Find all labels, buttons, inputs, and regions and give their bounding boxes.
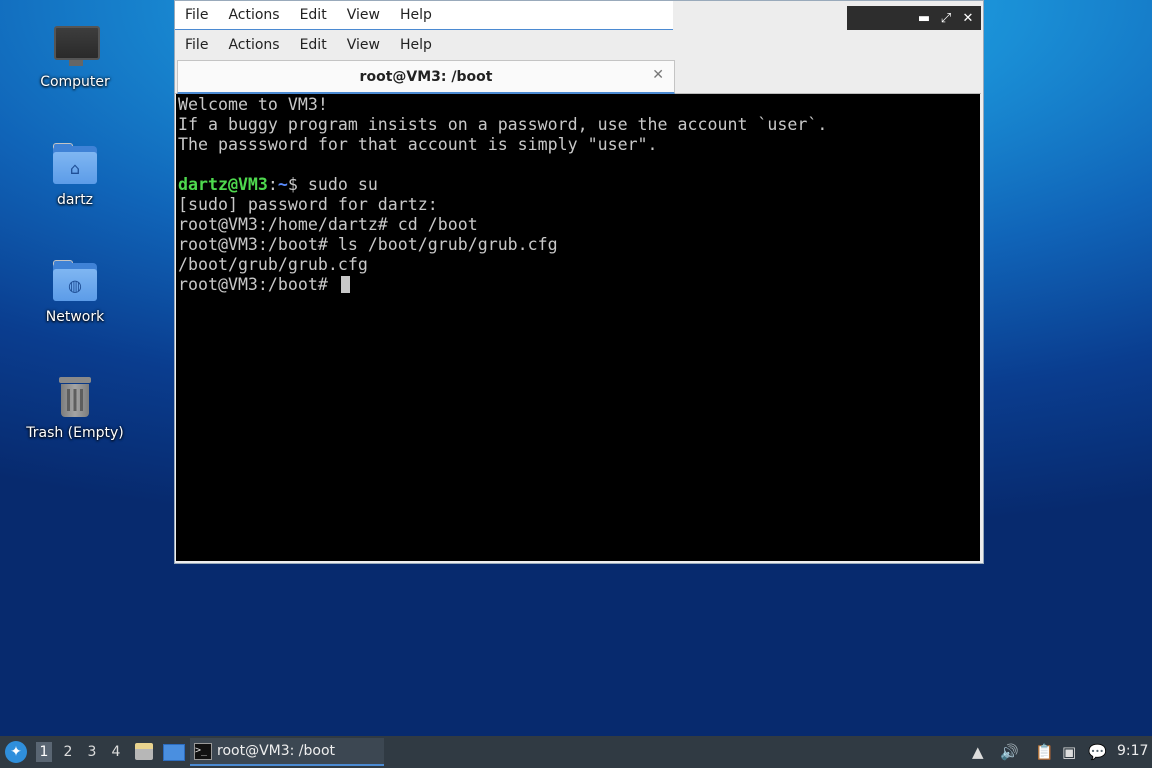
taskbar-task-terminal[interactable]: >_ root@VM3: /boot xyxy=(190,738,384,766)
workspace-4[interactable]: 4 xyxy=(108,742,124,762)
desktop-icon-label: Trash (Empty) xyxy=(26,425,124,441)
prompt-command: $ sudo su xyxy=(287,175,378,194)
menu-help[interactable]: Help xyxy=(390,37,442,53)
updates-icon[interactable]: ▲ xyxy=(972,743,984,761)
menu-view[interactable]: View xyxy=(337,7,390,23)
terminal-line: If a buggy program insists on a password… xyxy=(178,115,828,134)
terminal-prompt-line: dartz@VM3:~$ sudo su xyxy=(178,175,978,195)
menu-edit[interactable]: Edit xyxy=(290,37,337,53)
desktop-icon-computer[interactable]: Computer xyxy=(15,22,135,90)
window-controls: ▬ ⤢ ✕ xyxy=(847,6,981,30)
terminal-current-prompt: root@VM3:/boot# xyxy=(178,275,338,294)
terminal-line: The passsword for that account is simply… xyxy=(178,135,658,154)
terminal-current-line: root@VM3:/boot# xyxy=(178,275,978,295)
text-cursor xyxy=(340,276,350,293)
home-folder-icon: ⌂ xyxy=(51,140,99,188)
start-menu-icon[interactable]: ✦ xyxy=(5,741,27,763)
network-icon[interactable]: ▣ xyxy=(1062,743,1076,761)
terminal-window: File Actions Edit View Help ▬ ⤢ ✕ File A… xyxy=(174,0,984,564)
clock[interactable]: 9:17 xyxy=(1117,743,1148,759)
menu-edit[interactable]: Edit xyxy=(290,7,337,23)
prompt-path: ~ xyxy=(277,175,288,194)
desktop-icon-label: dartz xyxy=(56,192,94,208)
workspace-2[interactable]: 2 xyxy=(60,742,76,762)
terminal-line: [sudo] password for dartz: xyxy=(178,195,438,214)
menu-file[interactable]: File xyxy=(175,7,218,23)
task-label: root@VM3: /boot xyxy=(217,743,336,759)
terminal-line: /boot/grub/grub.cfg xyxy=(178,255,368,274)
prompt-separator: : xyxy=(267,175,278,194)
desktop-icon-home[interactable]: ⌂ dartz xyxy=(15,140,135,208)
terminal-line: Welcome to VM3! xyxy=(178,95,328,114)
show-desktop-icon[interactable] xyxy=(163,744,185,761)
tab-bar: root@VM3: /boot ✕ xyxy=(175,59,981,94)
desktop-icon-label: Network xyxy=(45,309,105,325)
menu-actions[interactable]: Actions xyxy=(218,37,289,53)
menu-help[interactable]: Help xyxy=(390,7,442,23)
network-folder-icon: ◍ xyxy=(51,257,99,305)
close-icon[interactable]: ✕ xyxy=(961,11,975,26)
tab-close-icon[interactable]: ✕ xyxy=(652,67,664,83)
terminal-output[interactable]: Welcome to VM3! If a buggy program insist… xyxy=(176,94,980,561)
desktop-icon-network[interactable]: ◍ Network xyxy=(15,257,135,325)
clipboard-icon[interactable]: 📋 xyxy=(1035,743,1054,761)
desktop-icon-label: Computer xyxy=(40,74,110,90)
notification-icon[interactable]: 💬 xyxy=(1088,743,1107,761)
tab-title: root@VM3: /boot xyxy=(359,68,493,85)
computer-icon xyxy=(51,22,100,70)
terminal-line: root@VM3:/boot# ls /boot/grub/grub.cfg xyxy=(178,235,558,254)
terminal-menubar: File Actions Edit View Help xyxy=(175,31,981,59)
taskbar: ✦ 1 2 3 4 >_ root@VM3: /boot ▲ 🔊 📋 ▣ 💬 9… xyxy=(0,736,1152,768)
file-manager-icon[interactable] xyxy=(135,743,153,760)
maximize-icon[interactable]: ⤢ xyxy=(939,11,953,26)
minimize-icon[interactable]: ▬ xyxy=(917,11,931,26)
menu-file[interactable]: File xyxy=(175,37,218,53)
workspace-1[interactable]: 1 xyxy=(36,742,52,762)
workspace-3[interactable]: 3 xyxy=(84,742,100,762)
menu-actions[interactable]: Actions xyxy=(218,7,289,23)
volume-icon[interactable]: 🔊 xyxy=(1000,743,1019,761)
tab-terminal[interactable]: root@VM3: /boot ✕ xyxy=(177,60,675,94)
terminal-line: root@VM3:/home/dartz# cd /boot xyxy=(178,215,478,234)
desktop-icon-trash[interactable]: Trash (Empty) xyxy=(15,373,135,441)
outer-menubar: File Actions Edit View Help xyxy=(175,1,673,30)
terminal-icon: >_ xyxy=(194,743,212,760)
prompt-user-host: dartz@VM3 xyxy=(178,175,268,194)
trash-icon xyxy=(51,373,99,421)
menu-view[interactable]: View xyxy=(337,37,390,53)
